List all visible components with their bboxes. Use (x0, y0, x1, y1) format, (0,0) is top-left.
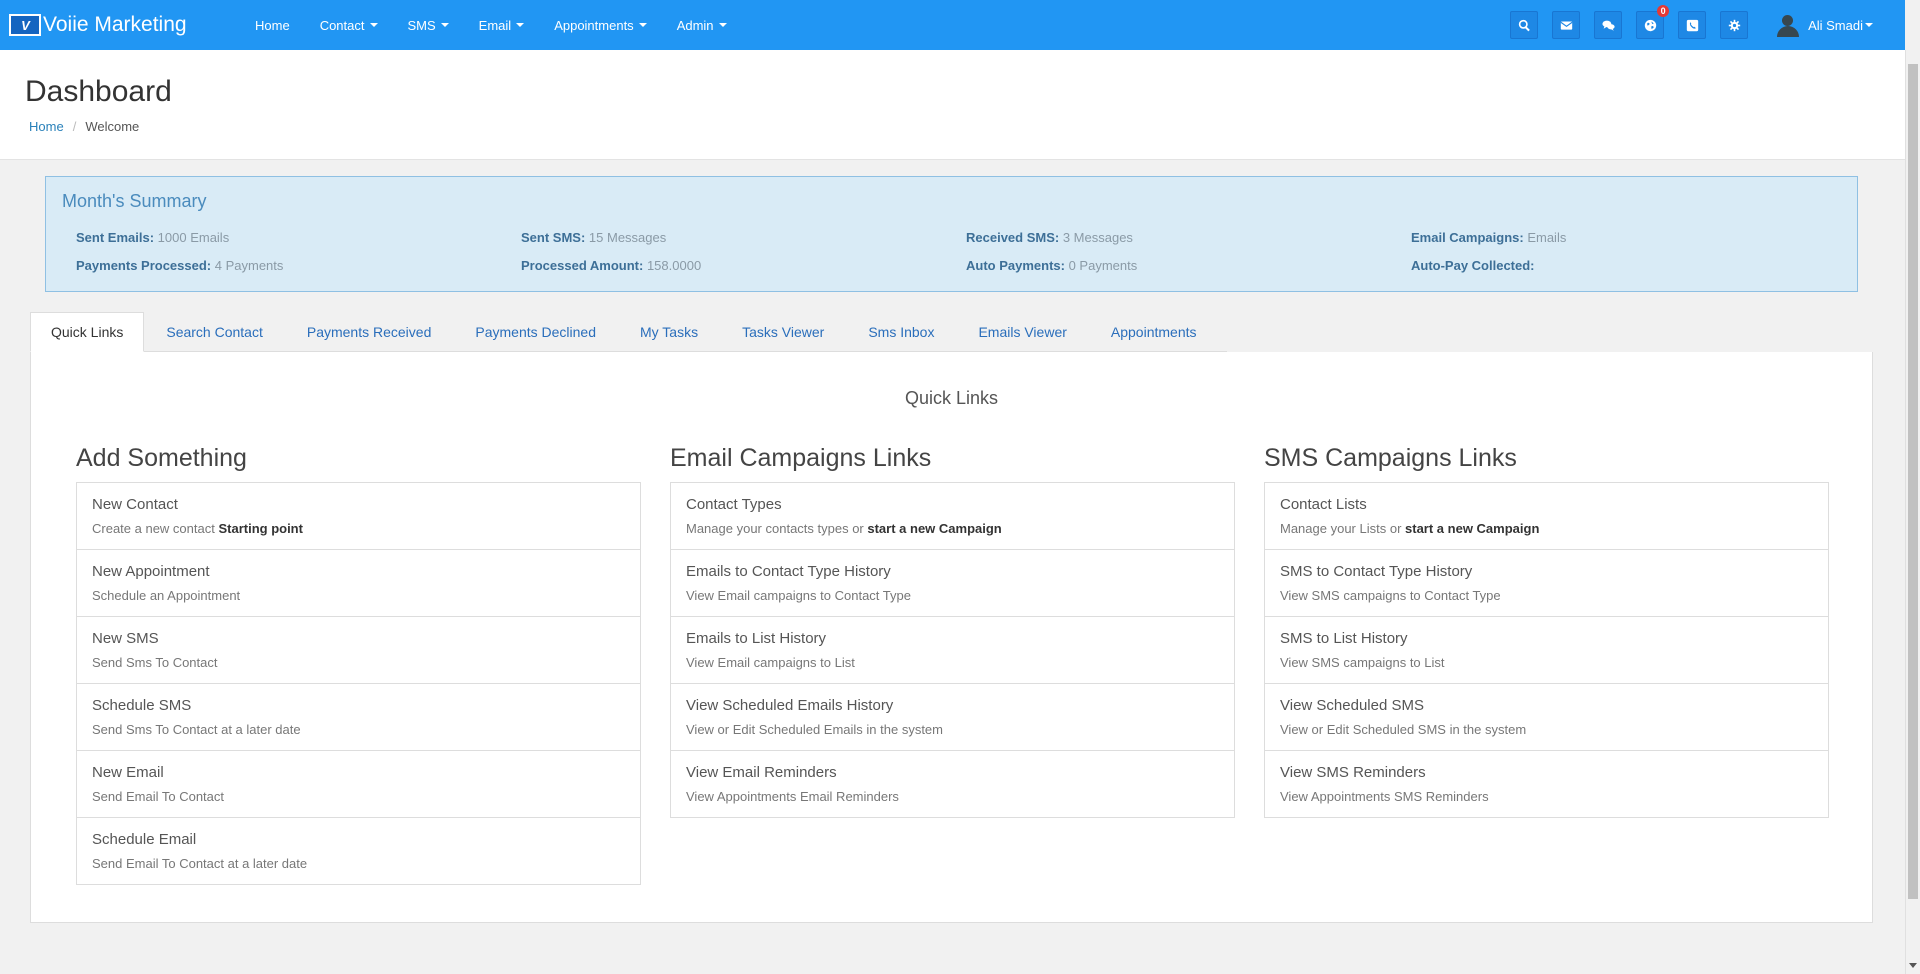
notifications-button[interactable]: 0 (1636, 5, 1670, 39)
phone-button[interactable] (1678, 11, 1707, 39)
column-title: SMS Campaigns Links (1264, 444, 1517, 472)
link-list: Contact Types Manage your contacts types… (670, 482, 1235, 818)
quick-links-panel: Quick Links Add Something New Contact Cr… (30, 352, 1873, 923)
brand-name: Voiie Marketing (43, 13, 187, 36)
chevron-down-icon (1865, 23, 1873, 27)
tab-appointments[interactable]: Appointments (1089, 312, 1219, 352)
column-title: Email Campaigns Links (670, 444, 932, 472)
link-contact-lists[interactable]: Contact Lists Manage your Lists or start… (1265, 483, 1828, 550)
tab-payments-received[interactable]: Payments Received (285, 312, 454, 352)
notification-badge: 0 (1657, 5, 1670, 17)
link-email-reminders[interactable]: View Email Reminders View Appointments E… (671, 751, 1234, 817)
search-icon (1518, 19, 1530, 31)
link-schedule-email[interactable]: Schedule Email Send Email To Contact at … (77, 818, 640, 884)
link-emails-list-history[interactable]: Emails to List History View Email campai… (671, 617, 1234, 684)
envelope-icon (1560, 20, 1573, 30)
link-scheduled-sms[interactable]: View Scheduled SMS View or Edit Schedule… (1265, 684, 1828, 751)
link-new-email[interactable]: New Email Send Email To Contact (77, 751, 640, 818)
page-scrollbar[interactable] (1905, 50, 1920, 974)
link-new-sms[interactable]: New SMS Send Sms To Contact (77, 617, 640, 684)
summary-processed-amount: Processed Amount: 158.0000 (521, 258, 702, 273)
user-menu[interactable]: Ali Smadi (1776, 13, 1873, 37)
quick-links-title: Quick Links (904, 388, 999, 408)
summary-received-sms: Received SMS: 3 Messages (966, 230, 1133, 245)
chevron-down-icon (718, 23, 727, 27)
top-navbar: V Voiie Marketing Home Contact SMS Email… (0, 0, 1905, 50)
avatar (1776, 13, 1800, 37)
page-header: Dashboard Home / Welcome (0, 50, 1905, 160)
gear-icon (1728, 19, 1740, 31)
user-name: Ali Smadi (1808, 17, 1863, 33)
link-list: New Contact Create a new contact Startin… (76, 482, 641, 885)
brand[interactable]: V Voiie Marketing (9, 13, 224, 37)
link-list: Contact Lists Manage your Lists or start… (1264, 482, 1829, 818)
brand-logo: V (9, 14, 41, 36)
chevron-down-icon (638, 23, 647, 27)
tab-emails-viewer[interactable]: Emails Viewer (956, 312, 1088, 352)
summary-sent-sms: Sent SMS: 15 Messages (521, 230, 667, 245)
tab-tasks-viewer[interactable]: Tasks Viewer (720, 312, 846, 352)
summary-auto-payments: Auto Payments: 0 Payments (966, 258, 1138, 273)
link-scheduled-emails-history[interactable]: View Scheduled Emails History View or Ed… (671, 684, 1234, 751)
nav-item-sms[interactable]: SMS (393, 0, 464, 50)
summary-payments-processed: Payments Processed: 4 Payments (76, 258, 284, 273)
search-button[interactable] (1510, 11, 1539, 39)
link-sms-contact-type-history[interactable]: SMS to Contact Type History View SMS cam… (1265, 550, 1828, 617)
comments-icon (1601, 20, 1615, 31)
link-sms-list-history[interactable]: SMS to List History View SMS campaigns t… (1265, 617, 1828, 684)
nav-item-home[interactable]: Home (240, 0, 305, 50)
add-something-column: Add Something New Contact Create a new c… (76, 444, 641, 885)
email-campaigns-column: Email Campaigns Links Contact Types Mana… (670, 444, 1235, 818)
link-new-contact[interactable]: New Contact Create a new contact Startin… (77, 483, 640, 550)
breadcrumb-home-link[interactable]: Home (29, 119, 64, 134)
chevron-down-icon (369, 23, 378, 27)
page-title: Dashboard (25, 75, 172, 108)
link-contact-types[interactable]: Contact Types Manage your contacts types… (671, 483, 1234, 550)
nav-right: 0 Ali Smadi (1510, 0, 1905, 50)
tab-search-contact[interactable]: Search Contact (144, 312, 285, 352)
phone-icon (1686, 19, 1698, 31)
nav-menu: Home Contact SMS Email Appointments Admi… (240, 0, 742, 50)
chat-button[interactable] (1594, 11, 1623, 39)
tab-my-tasks[interactable]: My Tasks (618, 312, 720, 352)
chevron-down-icon (440, 23, 449, 27)
month-summary: Month's Summary Sent Emails: 1000 Emails… (45, 176, 1858, 292)
breadcrumb: Home / Welcome (29, 119, 139, 134)
breadcrumb-separator: / (72, 119, 77, 134)
scroll-down-arrow[interactable] (1909, 963, 1917, 968)
tab-payments-declined[interactable]: Payments Declined (453, 312, 618, 352)
tab-sms-inbox[interactable]: Sms Inbox (846, 312, 956, 352)
chevron-down-icon (516, 23, 525, 27)
globe-icon (1644, 19, 1656, 31)
summary-title: Month's Summary (62, 191, 207, 211)
link-schedule-sms[interactable]: Schedule SMS Send Sms To Contact at a la… (77, 684, 640, 751)
tab-quick-links[interactable]: Quick Links (30, 312, 145, 352)
link-emails-contact-type-history[interactable]: Emails to Contact Type History View Emai… (671, 550, 1234, 617)
summary-sent-emails: Sent Emails: 1000 Emails (76, 230, 230, 245)
sms-campaigns-column: SMS Campaigns Links Contact Lists Manage… (1264, 444, 1829, 818)
summary-auto-pay-collected: Auto-Pay Collected: (1411, 258, 1535, 273)
messages-button[interactable] (1552, 11, 1581, 39)
nav-item-appointments[interactable]: Appointments (539, 0, 662, 50)
link-sms-reminders[interactable]: View SMS Reminders View Appointments SMS… (1265, 751, 1828, 817)
nav-item-admin[interactable]: Admin (662, 0, 742, 50)
nav-item-contact[interactable]: Contact (305, 0, 393, 50)
breadcrumb-current: Welcome (85, 119, 140, 134)
settings-button[interactable] (1720, 11, 1749, 39)
dashboard-tabs: Quick Links Search Contact Payments Rece… (30, 312, 1227, 352)
link-new-appointment[interactable]: New Appointment Schedule an Appointment (77, 550, 640, 617)
scroll-thumb[interactable] (1908, 64, 1918, 899)
nav-item-email[interactable]: Email (464, 0, 540, 50)
summary-email-campaigns: Email Campaigns: Emails (1411, 230, 1567, 245)
column-title: Add Something (76, 444, 247, 472)
